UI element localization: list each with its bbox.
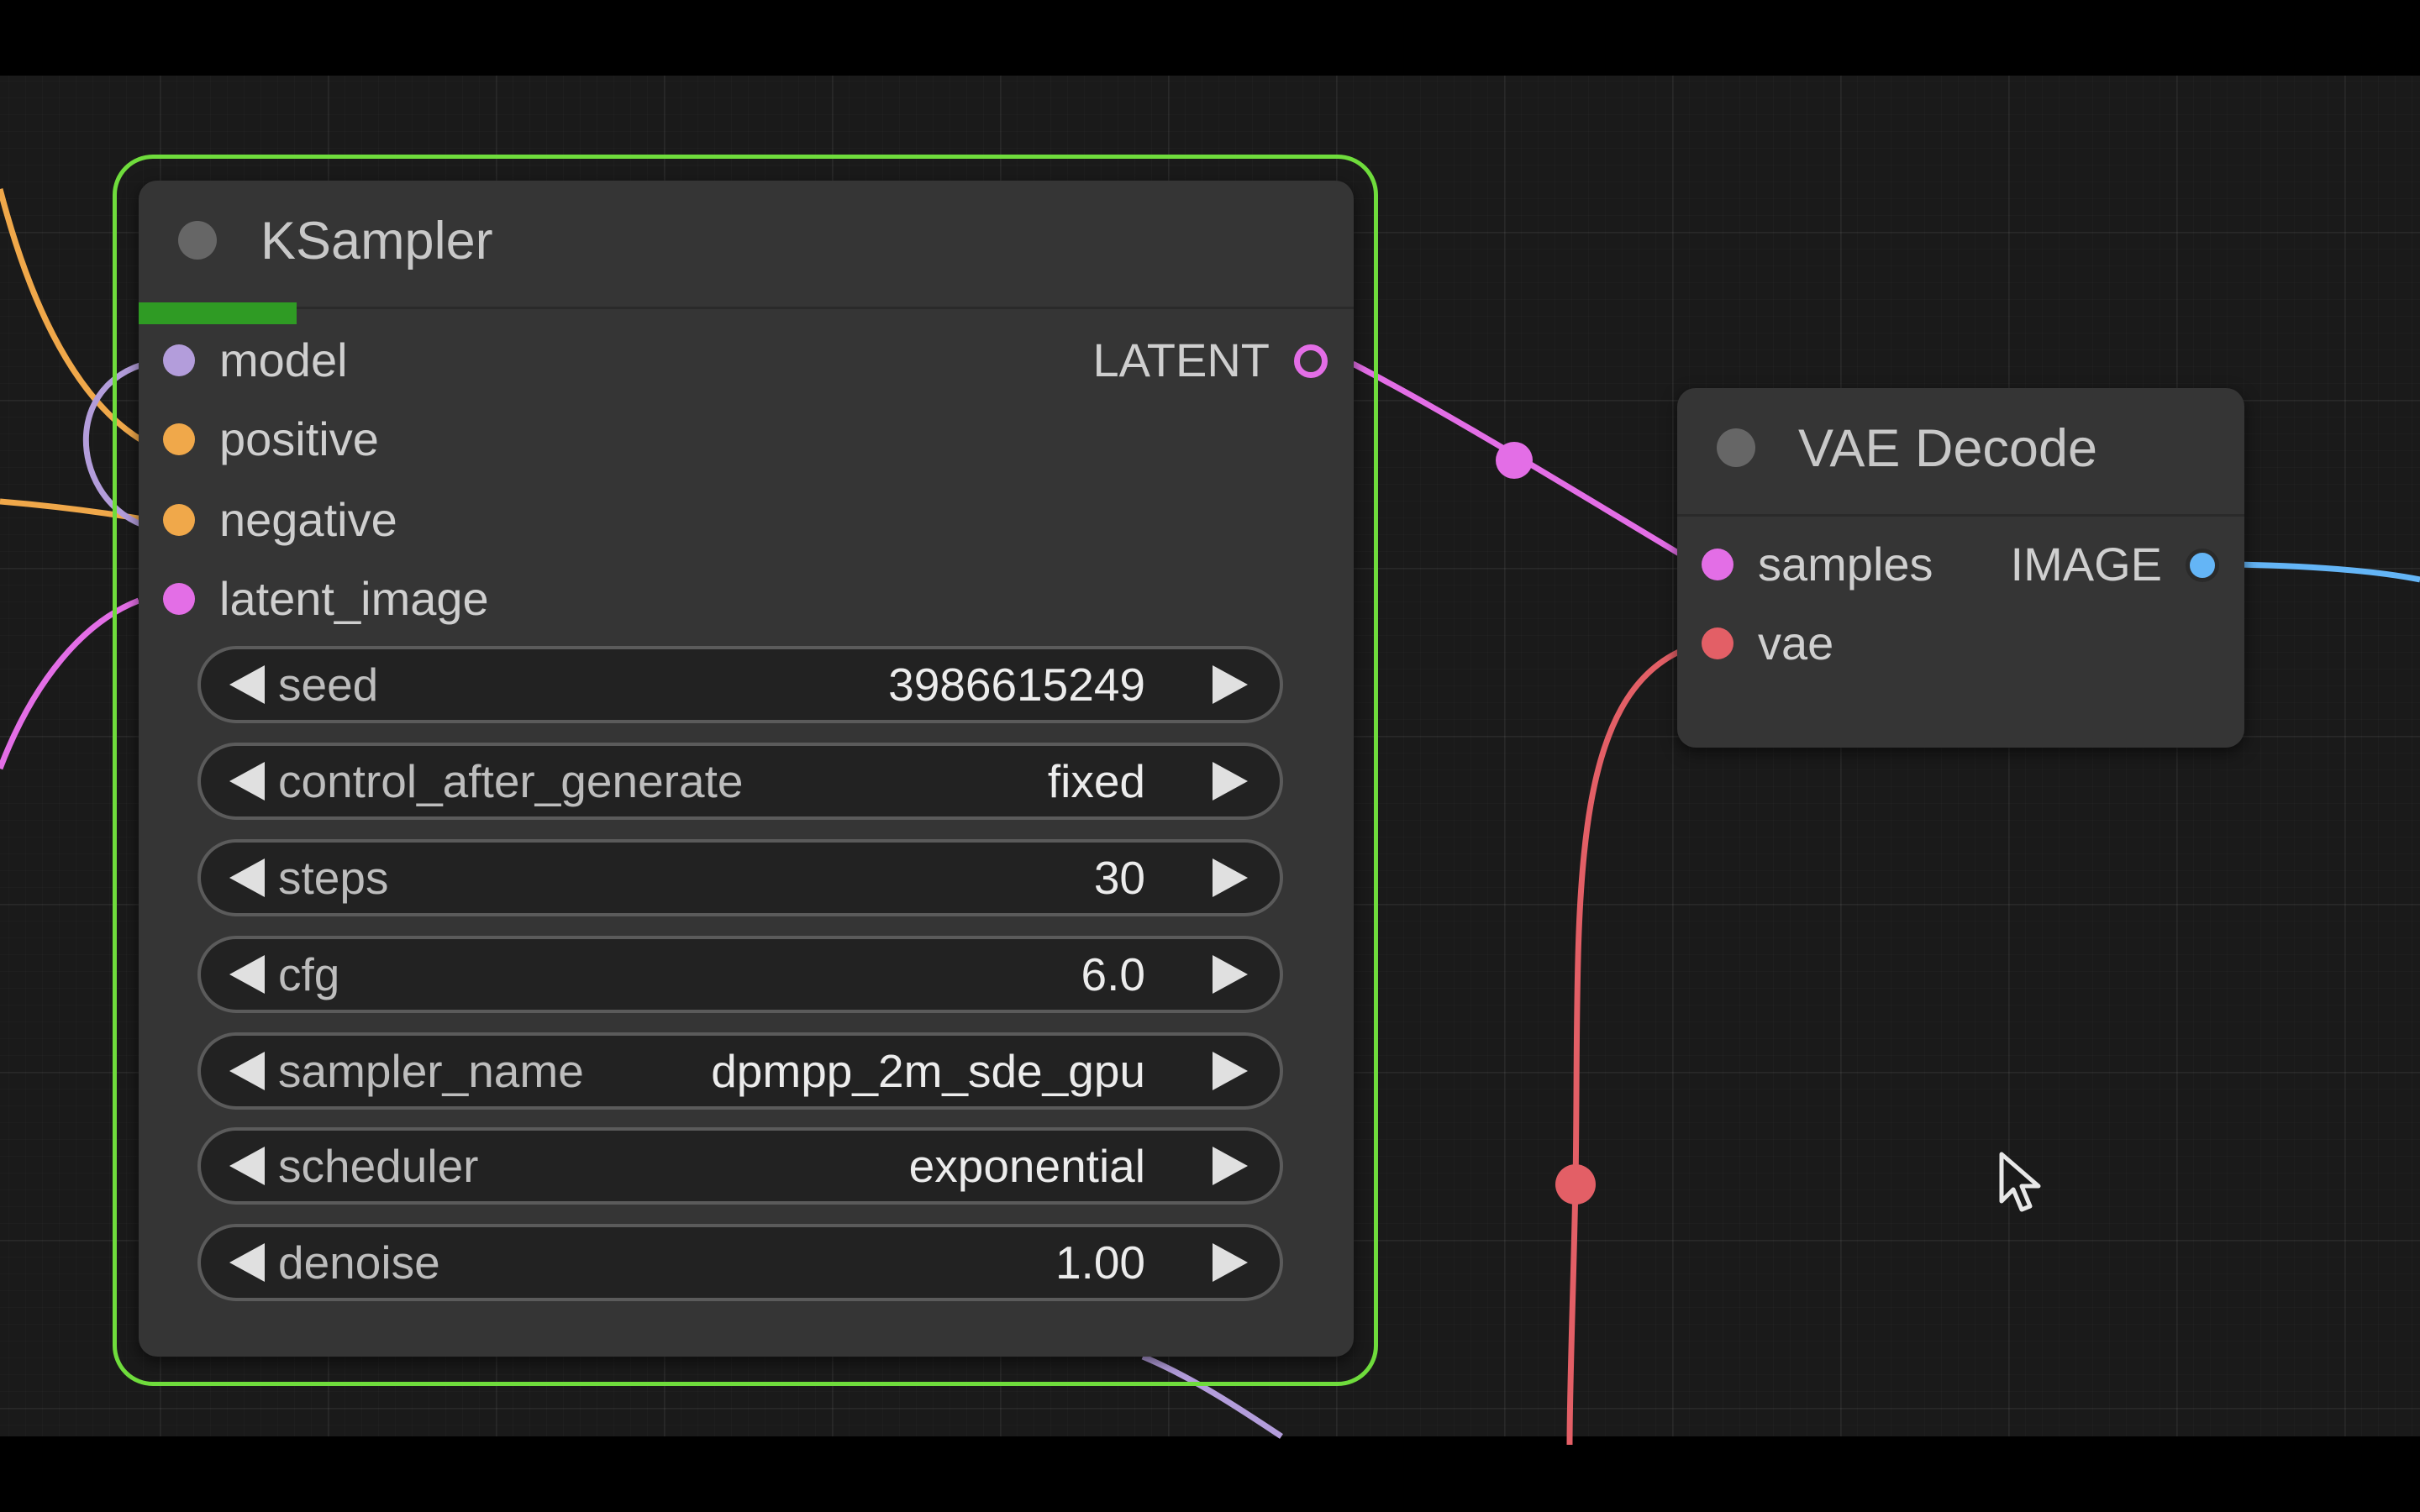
widget-value[interactable]: exponential: [909, 1131, 1145, 1201]
mouse-pointer-icon: [1999, 1152, 2041, 1212]
input-slot-samples[interactable]: [1702, 549, 1733, 580]
decrement-arrow-icon[interactable]: [218, 649, 276, 720]
node-title: KSampler: [260, 212, 493, 270]
vae-decode-node[interactable]: VAE Decode samples vae IMAGE: [1677, 388, 2244, 748]
decrement-arrow-icon[interactable]: [218, 1227, 276, 1298]
input-slot-negative[interactable]: [163, 504, 195, 536]
widget-steps[interactable]: steps 30: [197, 839, 1283, 916]
decrement-arrow-icon[interactable]: [218, 1036, 276, 1106]
decrement-arrow-icon[interactable]: [218, 746, 276, 816]
increment-arrow-icon[interactable]: [1201, 1227, 1260, 1298]
increment-arrow-icon[interactable]: [1201, 843, 1260, 913]
widget-denoise[interactable]: denoise 1.00: [197, 1224, 1283, 1301]
increment-arrow-icon[interactable]: [1201, 1131, 1260, 1201]
increment-arrow-icon[interactable]: [1201, 649, 1260, 720]
increment-arrow-icon[interactable]: [1201, 939, 1260, 1010]
output-label-image: IMAGE: [2010, 538, 2162, 591]
widget-value[interactable]: 3986615249: [888, 649, 1145, 720]
widget-value[interactable]: 6.0: [1081, 939, 1145, 1010]
increment-arrow-icon[interactable]: [1201, 1036, 1260, 1106]
input-slot-model[interactable]: [163, 344, 195, 376]
widget-name: denoise: [278, 1236, 440, 1289]
input-label-latent-image: latent_image: [219, 572, 489, 625]
collapse-dot-icon[interactable]: [178, 221, 217, 260]
output-label-latent: LATENT: [1092, 333, 1270, 386]
widget-cfg[interactable]: cfg 6.0: [197, 936, 1283, 1013]
widget-value[interactable]: 1.00: [1055, 1227, 1145, 1298]
widget-value[interactable]: 30: [1094, 843, 1145, 913]
progress-bar: [139, 302, 297, 324]
input-label-vae: vae: [1758, 617, 1834, 669]
output-slot-image[interactable]: [2186, 549, 2219, 582]
widget-control-after-generate[interactable]: control_after_generate fixed: [197, 743, 1283, 820]
widget-value[interactable]: fixed: [1048, 746, 1145, 816]
output-slot-latent[interactable]: [1294, 344, 1328, 378]
input-label-samples: samples: [1758, 538, 1933, 591]
ksampler-header[interactable]: KSampler: [139, 181, 1354, 309]
widget-scheduler[interactable]: scheduler exponential: [197, 1127, 1283, 1205]
widget-name: cfg: [278, 948, 340, 1000]
input-slot-vae[interactable]: [1702, 627, 1733, 659]
node-title: VAE Decode: [1798, 419, 2098, 478]
widget-name: scheduler: [278, 1140, 479, 1192]
widget-name: sampler_name: [278, 1045, 584, 1097]
widget-name: steps: [278, 852, 389, 904]
vae-decode-header[interactable]: VAE Decode: [1677, 388, 2244, 517]
input-slot-latent-image[interactable]: [163, 583, 195, 615]
decrement-arrow-icon[interactable]: [218, 939, 276, 1010]
decrement-arrow-icon[interactable]: [218, 843, 276, 913]
widget-name: control_after_generate: [278, 755, 744, 807]
input-slot-positive[interactable]: [163, 423, 195, 455]
widget-seed[interactable]: seed 3986615249: [197, 646, 1283, 723]
widget-sampler-name[interactable]: sampler_name dpmpp_2m_sde_gpu: [197, 1032, 1283, 1110]
input-label-negative: negative: [219, 493, 397, 546]
widget-value[interactable]: dpmpp_2m_sde_gpu: [711, 1036, 1145, 1106]
widget-name: seed: [278, 659, 379, 711]
input-label-positive: positive: [219, 412, 379, 465]
increment-arrow-icon[interactable]: [1201, 746, 1260, 816]
ksampler-node[interactable]: KSampler model positive negative latent_…: [139, 181, 1354, 1357]
decrement-arrow-icon[interactable]: [218, 1131, 276, 1201]
input-label-model: model: [219, 333, 348, 386]
collapse-dot-icon[interactable]: [1717, 428, 1755, 467]
